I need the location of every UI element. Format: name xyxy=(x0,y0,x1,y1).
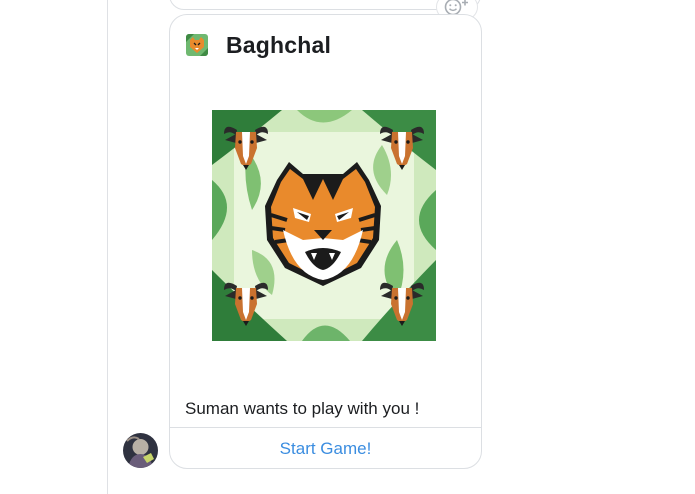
invite-message: Suman wants to play with you ! xyxy=(185,399,420,418)
user-avatar[interactable] xyxy=(123,433,158,468)
game-invite-card: Baghchal Suman wants to play with you ! … xyxy=(169,14,482,469)
tiger-icon xyxy=(186,34,208,56)
chat-thread: Baghchal Suman wants to play with you ! … xyxy=(0,0,695,494)
start-game-button[interactable]: Start Game! xyxy=(170,428,481,468)
game-image[interactable] xyxy=(212,110,436,341)
previous-message-bubble xyxy=(169,0,481,10)
card-header: Baghchal xyxy=(186,30,331,60)
card-title: Baghchal xyxy=(226,31,332,58)
sidebar-divider xyxy=(107,0,108,494)
